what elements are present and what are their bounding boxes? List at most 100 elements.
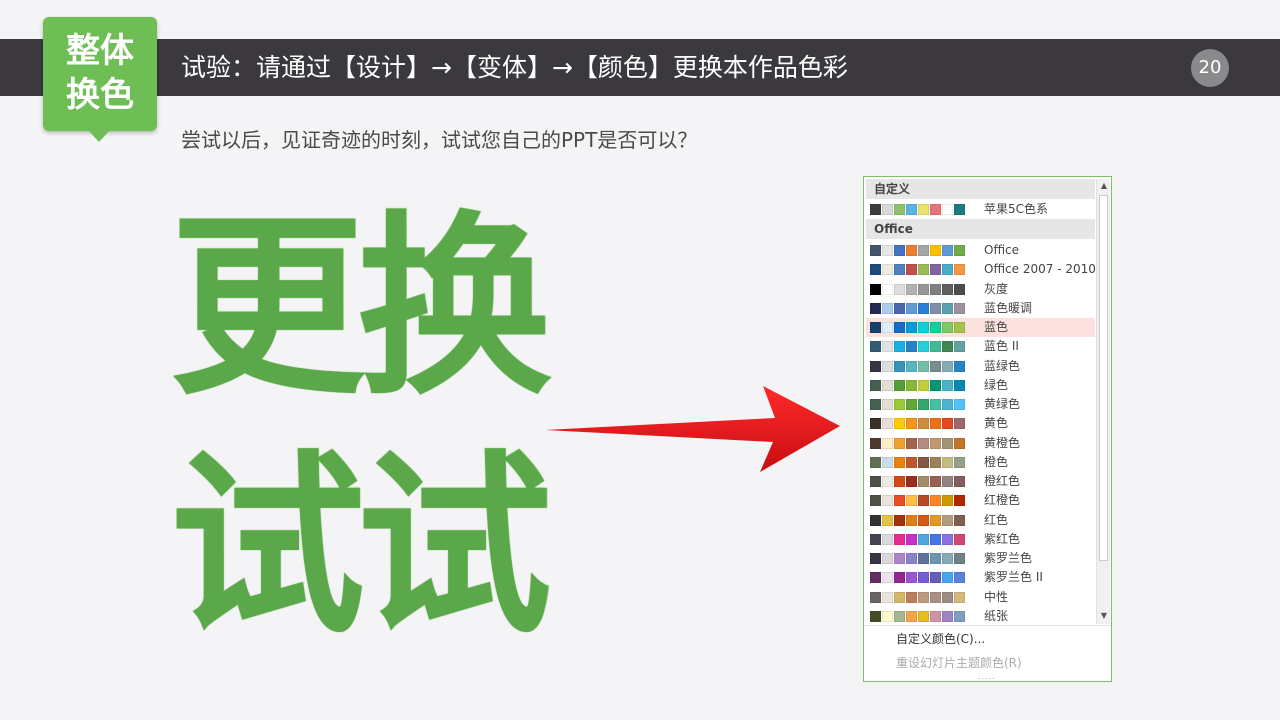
- color-scheme-item[interactable]: 紫罗兰色 II: [866, 568, 1095, 587]
- color-scheme-item[interactable]: 苹果5C色系: [866, 200, 1095, 219]
- color-scheme-label: 黄绿色: [984, 397, 1021, 411]
- color-scheme-item[interactable]: 蓝色: [866, 318, 1095, 337]
- color-swatches: [870, 610, 966, 622]
- subtitle: 尝试以后，见证奇迹的时刻，试试您自己的PPT是否可以？: [181, 128, 698, 152]
- color-swatch: [954, 533, 965, 545]
- color-swatches: [870, 437, 966, 449]
- color-swatch: [942, 283, 953, 295]
- color-swatch: [906, 476, 917, 487]
- color-scheme-item[interactable]: 紫红色: [866, 530, 1095, 549]
- color-scheme-label: 蓝色: [984, 320, 1009, 334]
- color-swatch: [894, 514, 905, 526]
- color-swatches: [870, 418, 966, 430]
- color-swatch: [918, 437, 929, 449]
- color-swatch: [942, 514, 953, 526]
- color-swatch: [954, 399, 965, 410]
- color-scheme-item[interactable]: 红橙色: [866, 491, 1095, 510]
- color-swatch: [906, 418, 917, 430]
- color-scheme-item[interactable]: 黄色: [866, 414, 1095, 433]
- color-swatch: [894, 456, 905, 468]
- color-scheme-item[interactable]: 绿色: [866, 376, 1095, 395]
- color-swatch: [930, 495, 941, 507]
- color-swatches: [870, 245, 966, 256]
- color-swatch: [906, 264, 917, 276]
- color-swatch: [954, 572, 965, 584]
- color-swatch: [918, 379, 929, 391]
- color-swatch: [882, 591, 893, 603]
- color-swatches: [870, 283, 966, 295]
- color-swatch: [930, 437, 941, 449]
- color-swatch: [882, 204, 893, 215]
- color-swatches: [870, 591, 966, 603]
- section-badge: 整体 换色: [43, 17, 157, 131]
- color-swatch: [882, 302, 893, 314]
- color-swatch: [918, 204, 929, 215]
- color-swatch: [942, 322, 953, 333]
- color-scheme-item[interactable]: 橙红色: [866, 472, 1095, 491]
- color-swatch: [882, 379, 893, 391]
- color-swatch: [954, 283, 965, 295]
- color-scheme-item[interactable]: Office 2007 - 2010: [866, 260, 1096, 279]
- color-swatch: [918, 283, 929, 295]
- color-scheme-item[interactable]: 蓝色暖调: [866, 299, 1095, 318]
- color-swatch: [870, 591, 881, 603]
- color-swatch: [870, 610, 881, 622]
- color-swatch: [870, 283, 881, 295]
- badge-pointer: [88, 130, 110, 142]
- color-swatch: [918, 610, 929, 622]
- color-swatch: [930, 360, 941, 372]
- color-swatch: [870, 322, 881, 333]
- color-swatch: [942, 456, 953, 468]
- color-swatch: [954, 591, 965, 603]
- color-swatch: [894, 591, 905, 603]
- color-swatch: [870, 264, 881, 276]
- color-swatch: [930, 204, 941, 215]
- color-scheme-item[interactable]: 橙色: [866, 453, 1095, 472]
- resize-grip-icon[interactable]: .....: [978, 673, 996, 681]
- big-text-line-2: 试试: [170, 433, 552, 660]
- color-swatch: [870, 533, 881, 545]
- color-swatch: [882, 341, 893, 353]
- color-scheme-item[interactable]: 黄橙色: [866, 434, 1095, 453]
- color-swatch: [906, 283, 917, 295]
- color-swatches: [870, 302, 966, 314]
- color-swatch: [906, 245, 917, 256]
- color-swatch: [882, 418, 893, 430]
- scroll-thumb[interactable]: [1099, 195, 1108, 561]
- color-scheme-label: 纸张: [984, 608, 1009, 623]
- color-swatch: [870, 360, 881, 372]
- color-swatch: [942, 245, 953, 256]
- theme-colors-panel[interactable]: 自定义 苹果5C色系 Office Office Office 2007 - 20…: [863, 176, 1112, 682]
- scroll-down-icon[interactable]: ▼: [1098, 609, 1110, 623]
- color-swatches: [870, 476, 966, 487]
- badge-line-1: 整体: [66, 31, 134, 71]
- color-scheme-item[interactable]: 中性: [866, 588, 1095, 607]
- color-swatch: [918, 591, 929, 603]
- color-swatch: [942, 533, 953, 545]
- color-scheme-label: 紫红色: [984, 531, 1021, 546]
- color-scheme-item[interactable]: Office: [866, 241, 1095, 260]
- color-scheme-item[interactable]: 灰度: [866, 280, 1095, 299]
- color-swatch: [918, 341, 929, 353]
- color-swatch: [942, 379, 953, 391]
- color-swatch: [870, 514, 881, 526]
- color-swatch: [906, 379, 917, 391]
- color-swatch: [906, 495, 917, 507]
- color-swatches: [870, 399, 966, 410]
- color-swatch: [918, 302, 929, 314]
- reset-theme-colors-menu-item[interactable]: 重设幻灯片主题颜色(R): [896, 654, 1022, 672]
- scroll-up-icon[interactable]: ▲: [1098, 179, 1110, 193]
- color-scheme-item[interactable]: 红色: [866, 511, 1095, 530]
- section-header-office: Office: [866, 219, 1095, 239]
- custom-colors-menu-item[interactable]: 自定义颜色(C)...: [896, 630, 985, 648]
- color-scheme-item[interactable]: 蓝色 II: [866, 337, 1095, 356]
- color-swatch: [942, 476, 953, 487]
- color-swatch: [930, 514, 941, 526]
- panel-scrollbar[interactable]: ▲ ▼: [1096, 179, 1110, 624]
- color-scheme-item[interactable]: 蓝绿色: [866, 357, 1095, 376]
- color-scheme-item[interactable]: 紫罗兰色: [866, 549, 1095, 568]
- color-swatch: [894, 283, 905, 295]
- panel-divider: [864, 625, 1111, 626]
- color-scheme-item[interactable]: 纸张: [866, 607, 1095, 626]
- color-scheme-item[interactable]: 黄绿色: [866, 395, 1095, 414]
